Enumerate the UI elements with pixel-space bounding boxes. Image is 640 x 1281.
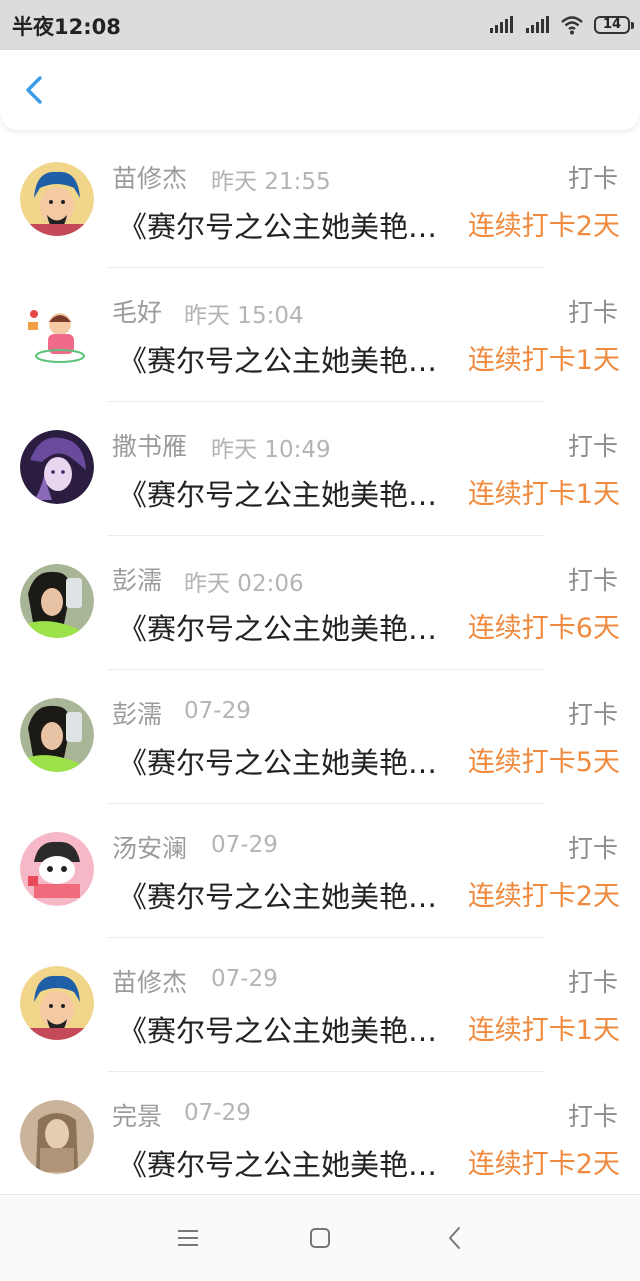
- avatar[interactable]: [20, 966, 94, 1040]
- book-title: 《赛尔号之公主她美艳无双》: [118, 746, 454, 780]
- list-item[interactable]: 苗修杰 07-29 打卡 《赛尔号之公主她美艳无双》 连续打卡1天: [0, 938, 640, 1072]
- header-bar: [0, 50, 640, 130]
- avatar[interactable]: [20, 698, 94, 772]
- streak-badge: 连续打卡2天: [467, 211, 620, 242]
- checkin-type: 打卡: [567, 566, 618, 595]
- home-button[interactable]: [305, 1223, 335, 1253]
- list-item[interactable]: 撒书雁 昨天 10:49 打卡 《赛尔号之公主她美艳无双》 连续打卡1天: [0, 402, 640, 536]
- system-nav-bar: [0, 1194, 640, 1281]
- checkin-time: 07-29: [184, 698, 251, 724]
- streak-badge: 连续打卡6天: [467, 613, 620, 644]
- list-item[interactable]: 完景 07-29 打卡 《赛尔号之公主她美艳无双》 连续打卡2天: [0, 1072, 640, 1206]
- battery-level: 14: [602, 17, 622, 32]
- back-triangle-icon: [449, 1227, 460, 1249]
- menu-button[interactable]: [173, 1223, 203, 1253]
- home-square-icon: [310, 1228, 330, 1248]
- checkin-time: 07-29: [211, 832, 278, 858]
- book-title: 《赛尔号之公主她美艳无双》: [118, 880, 454, 914]
- user-name: 彭濡: [112, 566, 163, 595]
- signal-icon: [524, 15, 550, 35]
- battery-icon: 14: [594, 16, 634, 34]
- list-item[interactable]: 汤安澜 07-29 打卡 《赛尔号之公主她美艳无双》 连续打卡2天: [0, 804, 640, 938]
- checkin-time: 昨天 15:04: [184, 303, 304, 329]
- book-title: 《赛尔号之公主她美艳无双》: [118, 344, 454, 378]
- user-name: 撒书雁: [112, 432, 188, 461]
- avatar[interactable]: [20, 296, 94, 370]
- book-title: 《赛尔号之公主她美艳无双》: [118, 612, 454, 646]
- streak-badge: 连续打卡1天: [467, 479, 620, 510]
- menu-icon: [178, 1230, 198, 1246]
- user-name: 苗修杰: [112, 968, 188, 997]
- book-title: 《赛尔号之公主她美艳无双》: [118, 478, 454, 512]
- streak-badge: 连续打卡1天: [467, 345, 620, 376]
- avatar[interactable]: [20, 1100, 94, 1174]
- checkin-type: 打卡: [567, 834, 618, 863]
- book-title: 《赛尔号之公主她美艳无双》: [118, 210, 454, 244]
- wifi-icon: [561, 16, 583, 35]
- checkin-time: 07-29: [211, 966, 278, 992]
- list-item[interactable]: 苗修杰 昨天 21:55 打卡 《赛尔号之公主她美艳无双》 连续打卡2天: [0, 134, 640, 268]
- streak-badge: 连续打卡5天: [467, 747, 620, 778]
- list-item[interactable]: 毛好 昨天 15:04 打卡 《赛尔号之公主她美艳无双》 连续打卡1天: [0, 268, 640, 402]
- checkin-type: 打卡: [567, 700, 618, 729]
- book-title: 《赛尔号之公主她美艳无双》: [118, 1148, 454, 1182]
- checkin-time: 昨天 10:49: [211, 437, 331, 463]
- user-name: 苗修杰: [112, 164, 188, 193]
- checkin-type: 打卡: [567, 1102, 618, 1131]
- status-bar: 半夜12:08 14: [0, 0, 640, 50]
- avatar[interactable]: [20, 832, 94, 906]
- checkin-type: 打卡: [567, 164, 618, 193]
- chevron-left-icon: [26, 76, 42, 104]
- book-title: 《赛尔号之公主她美艳无双》: [118, 1014, 454, 1048]
- list-item[interactable]: 彭濡 昨天 02:06 打卡 《赛尔号之公主她美艳无双》 连续打卡6天: [0, 536, 640, 670]
- user-name: 彭濡: [112, 700, 163, 729]
- status-time: 半夜12:08: [12, 15, 121, 39]
- checkin-type: 打卡: [567, 968, 618, 997]
- avatar[interactable]: [20, 564, 94, 638]
- checkin-list: 苗修杰 昨天 21:55 打卡 《赛尔号之公主她美艳无双》 连续打卡2天 毛好 …: [0, 134, 640, 1206]
- checkin-time: 07-29: [184, 1100, 251, 1126]
- back-button[interactable]: [16, 70, 56, 110]
- user-name: 汤安澜: [112, 834, 188, 863]
- list-item[interactable]: 彭濡 07-29 打卡 《赛尔号之公主她美艳无双》 连续打卡5天: [0, 670, 640, 804]
- user-name: 完景: [112, 1102, 163, 1131]
- user-name: 毛好: [112, 298, 163, 327]
- checkin-type: 打卡: [567, 298, 618, 327]
- checkin-time: 昨天 21:55: [211, 169, 331, 195]
- streak-badge: 连续打卡1天: [467, 1015, 620, 1046]
- streak-badge: 连续打卡2天: [467, 1149, 620, 1180]
- checkin-type: 打卡: [567, 432, 618, 461]
- avatar[interactable]: [20, 162, 94, 236]
- status-icons: 14: [488, 12, 634, 38]
- signal-icon: [488, 15, 514, 35]
- checkin-time: 昨天 02:06: [184, 571, 304, 597]
- avatar[interactable]: [20, 430, 94, 504]
- back-nav-button[interactable]: [440, 1223, 470, 1253]
- streak-badge: 连续打卡2天: [467, 881, 620, 912]
